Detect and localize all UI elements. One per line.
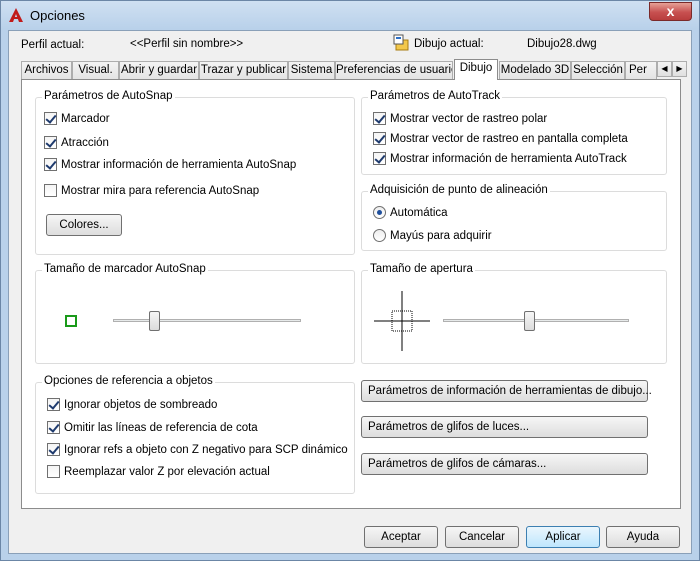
aperture-size-track[interactable] bbox=[443, 319, 629, 322]
dim-lines-label: Omitir las líneas de referencia de cota bbox=[64, 421, 258, 434]
replace-z-label: Reemplazar valor Z por elevación actual bbox=[64, 465, 270, 478]
title-bar[interactable]: Opciones x bbox=[1, 1, 699, 29]
dim-lines-check-icon bbox=[47, 421, 60, 434]
tab-sistema[interactable]: Sistema bbox=[288, 61, 335, 79]
marker-size-group: Tamaño de marcador AutoSnap bbox=[35, 263, 355, 364]
osnap-options-title: Opciones de referencia a objetos bbox=[42, 375, 215, 387]
tab-trazar-publicar[interactable]: Trazar y publicar bbox=[199, 61, 288, 79]
marker-preview-icon bbox=[65, 315, 77, 327]
alignment-group: Adquisición de punto de alineación Autom… bbox=[361, 184, 667, 251]
aperture-size-slider[interactable] bbox=[523, 311, 535, 331]
ignore-hatch-checkbox[interactable]: Ignorar objetos de sombreado bbox=[47, 398, 217, 411]
marker-size-track[interactable] bbox=[113, 319, 301, 322]
alignment-auto-radio[interactable]: Automática bbox=[373, 206, 448, 219]
osnap-options-group: Opciones de referencia a objetos Ignorar… bbox=[35, 375, 355, 494]
close-button[interactable]: x bbox=[649, 2, 692, 21]
autosnap-aperture-label: Mostrar mira para referencia AutoSnap bbox=[61, 184, 260, 197]
camera-glyph-settings-button[interactable]: Parámetros de glifos de cámaras... bbox=[361, 453, 648, 475]
drawing-label: Dibujo actual: bbox=[414, 38, 484, 50]
autotrack-tooltip-check-icon bbox=[373, 152, 386, 165]
aperture-size-group: Tamaño de apertura bbox=[361, 263, 667, 364]
drafting-tooltip-settings-button[interactable]: Parámetros de información de herramienta… bbox=[361, 380, 652, 402]
tab-scroll-left-icon[interactable]: ◀ bbox=[657, 61, 672, 77]
marker-label: Marcador bbox=[61, 112, 110, 125]
profile-value: <<Perfil sin nombre>> bbox=[130, 38, 244, 50]
drawing-file-icon bbox=[393, 34, 409, 51]
ignore-hatch-label: Ignorar objetos de sombreado bbox=[64, 398, 218, 411]
tab-visual[interactable]: Visual. bbox=[72, 61, 119, 79]
alignment-shift-label: Mayús para adquirir bbox=[390, 229, 492, 242]
autotrack-group: Parámetros de AutoTrack Mostrar vector d… bbox=[361, 90, 667, 175]
polar-label: Mostrar vector de rastreo polar bbox=[390, 112, 548, 125]
magnet-check-icon bbox=[44, 136, 57, 149]
help-button[interactable]: Ayuda bbox=[606, 526, 680, 548]
alignment-auto-label: Automática bbox=[390, 206, 448, 219]
accept-button[interactable]: Aceptar bbox=[364, 526, 438, 548]
ignore-hatch-check-icon bbox=[47, 398, 60, 411]
fullscreen-check-icon bbox=[373, 132, 386, 145]
alignment-shift-radio-icon bbox=[373, 229, 386, 242]
replace-z-check-icon bbox=[47, 465, 60, 478]
tab-preferencias-usuario[interactable]: Preferencias de usuario bbox=[335, 61, 453, 79]
close-icon: x bbox=[666, 3, 675, 19]
tab-scroll-right-icon[interactable]: ▶ bbox=[672, 61, 687, 77]
autotrack-tooltip-checkbox[interactable]: Mostrar información de herramienta AutoT… bbox=[373, 152, 627, 165]
autosnap-group: Parámetros de AutoSnap Marcador Atracció… bbox=[35, 90, 355, 255]
profile-label: Perfil actual: bbox=[21, 39, 85, 51]
autosnap-tooltip-checkbox[interactable]: Mostrar información de herramienta AutoS… bbox=[44, 158, 296, 171]
marker-size-title: Tamaño de marcador AutoSnap bbox=[42, 263, 208, 275]
replace-z-checkbox[interactable]: Reemplazar valor Z por elevación actual bbox=[47, 465, 270, 478]
apply-button[interactable]: Aplicar bbox=[526, 526, 600, 548]
tab-abrir-guardar[interactable]: Abrir y guardar bbox=[119, 61, 199, 79]
tab-perfiles[interactable]: Per bbox=[625, 61, 657, 79]
dim-lines-checkbox[interactable]: Omitir las líneas de referencia de cota bbox=[47, 421, 258, 434]
colors-button[interactable]: Colores... bbox=[46, 214, 122, 236]
negative-z-checkbox[interactable]: Ignorar refs a objeto con Z negativo par… bbox=[47, 443, 348, 456]
polar-check-icon bbox=[373, 112, 386, 125]
drawing-value: Dibujo28.dwg bbox=[527, 38, 597, 50]
fullscreen-tracking-checkbox[interactable]: Mostrar vector de rastreo en pantalla co… bbox=[373, 132, 628, 145]
tab-strip: Archivos Visual. Abrir y guardar Trazar … bbox=[21, 59, 687, 80]
tab-seleccion[interactable]: Selección bbox=[571, 61, 625, 79]
tab-page-dibujo: Parámetros de AutoSnap Marcador Atracció… bbox=[21, 79, 681, 509]
alignment-shift-radio[interactable]: Mayús para adquirir bbox=[373, 229, 492, 242]
dialog-body: Perfil actual: <<Perfil sin nombre>> Dib… bbox=[8, 30, 692, 554]
marker-size-slider[interactable] bbox=[149, 311, 161, 331]
autosnap-tooltip-label: Mostrar información de herramienta AutoS… bbox=[61, 158, 297, 171]
window-title: Opciones bbox=[30, 8, 85, 23]
autotrack-tooltip-label: Mostrar información de herramienta AutoT… bbox=[390, 152, 627, 165]
magnet-checkbox[interactable]: Atracción bbox=[44, 136, 109, 149]
autosnap-tooltip-check-icon bbox=[44, 158, 57, 171]
autosnap-aperture-check-icon bbox=[44, 184, 57, 197]
tab-scroll: ◀ ▶ bbox=[657, 61, 687, 77]
tab-archivos[interactable]: Archivos bbox=[21, 61, 72, 79]
autotrack-title: Parámetros de AutoTrack bbox=[368, 90, 502, 102]
autosnap-title: Parámetros de AutoSnap bbox=[42, 90, 175, 102]
negative-z-label: Ignorar refs a objeto con Z negativo par… bbox=[64, 443, 348, 456]
negative-z-check-icon bbox=[47, 443, 60, 456]
alignment-auto-radio-icon bbox=[373, 206, 386, 219]
polar-tracking-checkbox[interactable]: Mostrar vector de rastreo polar bbox=[373, 112, 547, 125]
marker-checkbox[interactable]: Marcador bbox=[44, 112, 110, 125]
autosnap-aperture-checkbox[interactable]: Mostrar mira para referencia AutoSnap bbox=[44, 184, 259, 197]
cancel-button[interactable]: Cancelar bbox=[445, 526, 519, 548]
autocad-logo-icon bbox=[9, 8, 23, 22]
tab-modelado-3d[interactable]: Modelado 3D bbox=[499, 61, 571, 79]
aperture-size-title: Tamaño de apertura bbox=[368, 263, 475, 275]
marker-check-icon bbox=[44, 112, 57, 125]
options-dialog: Opciones x Perfil actual: <<Perfil sin n… bbox=[0, 0, 700, 561]
magnet-label: Atracción bbox=[61, 136, 109, 149]
fullscreen-label: Mostrar vector de rastreo en pantalla co… bbox=[390, 132, 628, 145]
light-glyph-settings-button[interactable]: Parámetros de glifos de luces... bbox=[361, 416, 648, 438]
aperture-preview-icon bbox=[374, 291, 430, 351]
tab-dibujo[interactable]: Dibujo bbox=[454, 59, 498, 80]
alignment-title: Adquisición de punto de alineación bbox=[368, 184, 550, 196]
